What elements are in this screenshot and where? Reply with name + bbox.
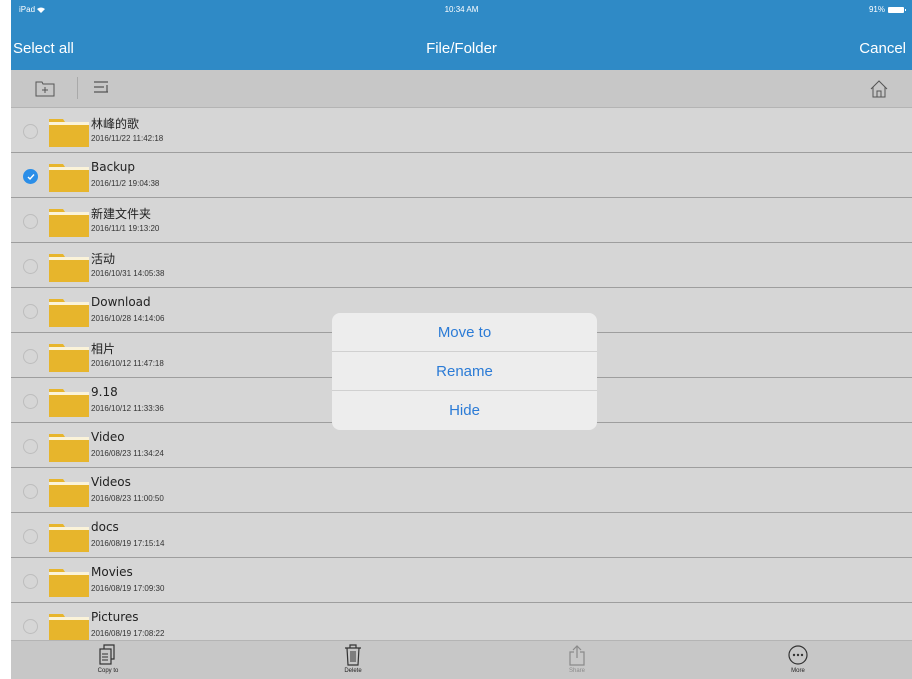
file-name: 活动 [91, 252, 116, 266]
checkbox-empty-icon[interactable] [23, 394, 38, 409]
more-icon [788, 645, 808, 665]
home-icon[interactable] [869, 79, 889, 104]
file-name: docs [91, 520, 119, 534]
checkbox-empty-icon[interactable] [23, 349, 38, 364]
folder-icon [48, 566, 90, 598]
checkbox-empty-icon[interactable] [23, 304, 38, 319]
file-date: 2016/10/12 11:33:36 [91, 404, 164, 413]
checkbox-empty-icon[interactable] [23, 619, 38, 634]
trash-icon [345, 644, 361, 666]
folder-icon [48, 431, 90, 463]
checkbox-empty-icon[interactable] [23, 529, 38, 544]
list-item[interactable]: Movies 2016/08/19 17:09:30 [11, 558, 912, 603]
file-date: 2016/08/23 11:00:50 [91, 494, 164, 503]
share-label: Share [568, 668, 585, 674]
checkbox-empty-icon[interactable] [23, 214, 38, 229]
checkbox-empty-icon[interactable] [23, 439, 38, 454]
rename-button[interactable]: Rename [332, 352, 597, 391]
list-item[interactable]: 林峰的歌 2016/11/22 11:42:18 [11, 108, 912, 153]
delete-button[interactable]: Delete [313, 644, 393, 674]
file-date: 2016/08/19 17:08:22 [91, 629, 165, 638]
checkbox-empty-icon[interactable] [23, 484, 38, 499]
list-item[interactable]: 活动 2016/10/31 14:05:38 [11, 243, 912, 288]
checkbox-empty-icon[interactable] [23, 574, 38, 589]
file-date: 2016/11/1 19:13:20 [91, 224, 160, 233]
battery-percent: 91% [868, 5, 885, 14]
folder-icon [48, 251, 90, 283]
folder-icon [48, 206, 90, 238]
action-popup: Move to Rename Hide [332, 313, 597, 430]
move-to-button[interactable]: Move to [332, 313, 597, 352]
file-date: 2016/08/19 17:15:14 [91, 539, 165, 548]
more-button[interactable]: More [758, 644, 838, 674]
toolbar-divider [77, 77, 78, 99]
file-name: 林峰的歌 [91, 117, 140, 131]
share-icon [569, 645, 585, 666]
file-name: Videos [91, 475, 131, 489]
battery-icon [888, 6, 906, 13]
status-bar: iPad 10:34 AM 91% [11, 0, 912, 20]
checkbox-checked-icon[interactable] [23, 169, 38, 184]
folder-icon [48, 521, 90, 553]
file-date: 2016/10/28 14:14:06 [91, 314, 165, 323]
folder-icon [48, 296, 90, 328]
list-item[interactable]: 新建文件夹 2016/11/1 19:13:20 [11, 198, 912, 243]
file-date: 2016/08/23 11:34:24 [91, 449, 164, 458]
cancel-button[interactable]: Cancel [859, 40, 906, 57]
file-name: 相片 [91, 342, 116, 356]
file-name: 9.18 [91, 385, 118, 399]
screen: iPad 10:34 AM 91% Select all File/Folder… [11, 0, 912, 679]
folder-icon [48, 161, 90, 193]
list-item[interactable]: Backup 2016/11/2 19:04:38 [11, 153, 912, 198]
copy-icon [99, 644, 115, 665]
page-title: File/Folder [426, 40, 497, 57]
file-date: 2016/10/31 14:05:38 [91, 269, 165, 278]
file-date: 2016/11/22 11:42:18 [91, 134, 164, 143]
file-name: Movies [91, 565, 133, 579]
checkbox-empty-icon[interactable] [23, 259, 38, 274]
sort-icon[interactable] [93, 79, 111, 102]
file-name: Download [91, 295, 151, 309]
folder-icon [48, 476, 90, 508]
more-label: More [791, 668, 805, 674]
file-date: 2016/08/19 17:09:30 [91, 584, 165, 593]
checkbox-empty-icon[interactable] [23, 124, 38, 139]
folder-icon [48, 116, 90, 148]
file-name: Backup [91, 160, 135, 174]
folder-icon [48, 611, 90, 643]
folder-icon [48, 341, 90, 373]
delete-label: Delete [344, 668, 362, 674]
list-item[interactable]: Videos 2016/08/23 11:00:50 [11, 468, 912, 513]
list-item[interactable]: docs 2016/08/19 17:15:14 [11, 513, 912, 558]
toolbar [11, 70, 912, 108]
battery-status: 91% [868, 5, 906, 14]
file-date: 2016/10/12 11:47:18 [91, 359, 164, 368]
status-time: 10:34 AM [444, 5, 479, 14]
nav-bar: Select all File/Folder Cancel [11, 20, 912, 70]
copy-to-button[interactable]: Copy to [68, 644, 148, 674]
file-name: 新建文件夹 [91, 207, 152, 221]
new-folder-icon[interactable] [35, 79, 55, 102]
file-name: Pictures [91, 610, 139, 624]
hide-button[interactable]: Hide [332, 391, 597, 430]
folder-icon [48, 386, 90, 418]
share-button[interactable]: Share [537, 644, 617, 674]
copy-to-label: Copy to [97, 668, 119, 674]
file-name: Video [91, 430, 125, 444]
bottom-tab-bar: Copy to Delete Share More [11, 640, 912, 679]
file-date: 2016/11/2 19:04:38 [91, 179, 160, 188]
